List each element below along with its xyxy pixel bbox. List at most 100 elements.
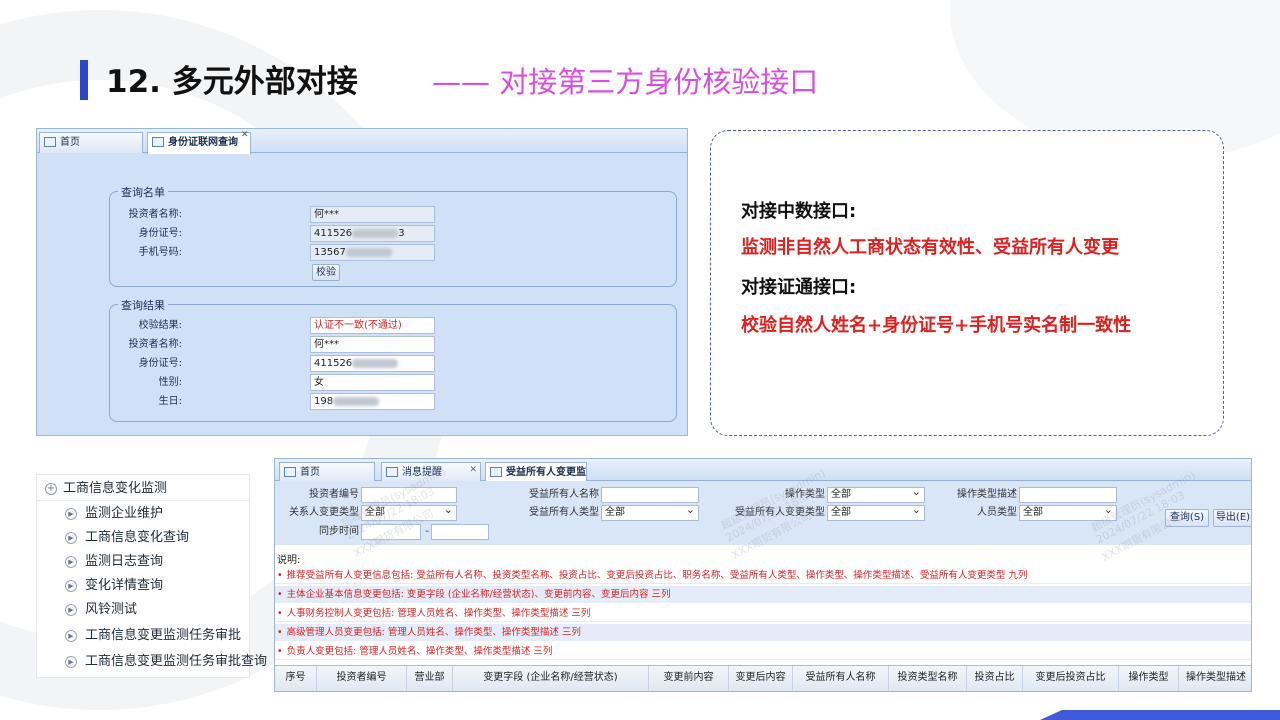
notes-area: 说明: • 推荐受益所有人变更信息包括: 受益所有人名称、投资类型名称、投资占比、… xyxy=(275,547,1251,665)
tree-item[interactable]: ▶ 监测日志查询 xyxy=(65,551,163,573)
tree-item[interactable]: ▶ 工商信息变化查询 xyxy=(65,527,189,549)
arrow-icon: ▶ xyxy=(65,531,77,544)
close-icon[interactable]: ✕ xyxy=(575,461,583,480)
tab-id-query-label: 身份证联网查询 xyxy=(168,137,238,148)
verify-button[interactable]: 校验 xyxy=(312,264,340,281)
interface-info-box: 对接中数接口: 监测非自然人工商状态有效性、受益所有人变更 对接证通接口: 校验… xyxy=(710,130,1224,436)
tree-item[interactable]: ▶ 风铃测试 xyxy=(65,599,137,621)
id-query-panel: 首页 身份证联网查询 ✕ 查询名单 投资者名称: 何*** 身份证号: 4115… xyxy=(36,128,688,436)
filter-label: 投资者编号 xyxy=(309,489,359,500)
tree-item[interactable]: ▶ 监测企业维护 xyxy=(65,503,163,525)
field-label: 校验结果: xyxy=(138,320,182,331)
tab-bar: 首页 身份证联网查询 ✕ xyxy=(37,129,687,154)
column-header[interactable]: 投资者编号 xyxy=(317,666,407,691)
result-birthday-field: 198 xyxy=(310,393,435,410)
query-button[interactable]: 查询(S) xyxy=(1165,509,1209,527)
note-line: • 高级管理人员变更包括: 管理人员姓名、操作类型、操作类型描述 三列 xyxy=(275,624,1251,641)
note-line: • 人事财务控制人变更包括: 管理人员姓名、操作类型、操作类型描述 三列 xyxy=(275,605,1251,622)
beneficiary-change-type-select[interactable]: 全部 xyxy=(827,505,925,521)
table-header: 序号 投资者编号 营业部 变更字段 (企业名称/经营状态) 变更前内容 变更后内… xyxy=(275,665,1251,691)
column-header[interactable]: 操作类型 xyxy=(1119,666,1179,691)
query-result-legend: 查询结果 xyxy=(118,297,168,313)
field-label: 手机号码: xyxy=(138,247,182,258)
tree-root[interactable]: + 工商信息变化监测 xyxy=(45,478,167,500)
column-header[interactable]: 营业部 xyxy=(407,666,453,691)
sync-time-start-input[interactable] xyxy=(361,524,421,540)
info-line-zhongshu-desc: 监测非自然人工商状态有效性、受益所有人变更 xyxy=(741,237,1119,258)
query-list-fieldset: 查询名单 投资者名称: 何*** 身份证号: 411526 3 手机号码: 135… xyxy=(109,184,677,287)
arrow-icon: ▶ xyxy=(65,603,77,616)
phone-field[interactable]: 13567 xyxy=(310,244,435,261)
arrow-icon: ▶ xyxy=(65,507,77,520)
tab-home[interactable]: 首页 xyxy=(39,132,143,153)
tree-item[interactable]: ▶ 工商信息变更监测任务审批 xyxy=(65,625,241,647)
arrow-icon: ▶ xyxy=(65,629,77,642)
field-label: 性别: xyxy=(158,377,182,388)
field-label: 身份证号: xyxy=(138,358,182,369)
page-icon xyxy=(490,467,502,477)
arrow-icon: ▶ xyxy=(65,579,77,592)
filter-label: 关系人变更类型 xyxy=(289,507,359,518)
filter-label: 人员类型 xyxy=(977,507,1017,518)
tab-messages[interactable]: 消息提醒 ✕ xyxy=(381,462,481,483)
info-line-zhengtong: 对接证通接口: xyxy=(741,277,857,298)
tree-item[interactable]: ▶ 变化详情查询 xyxy=(65,575,163,597)
sync-time-end-input[interactable] xyxy=(431,524,489,540)
result-gender-field: 女 xyxy=(310,374,435,391)
filter-label: 操作类型描述 xyxy=(957,489,1017,500)
export-button[interactable]: 导出(E) xyxy=(1213,509,1251,527)
filter-label: 操作类型 xyxy=(785,489,825,500)
arrow-icon: ▶ xyxy=(65,555,77,568)
collapse-icon: + xyxy=(45,482,57,495)
tab-home[interactable]: 首页 xyxy=(279,462,375,483)
beneficiary-name-input[interactable] xyxy=(601,487,699,503)
investor-name-field[interactable]: 何*** xyxy=(310,206,435,223)
arrow-icon: ▶ xyxy=(65,655,77,668)
page-icon xyxy=(386,467,398,477)
column-header[interactable]: 投资类型名称 xyxy=(889,666,967,691)
filter-label: 受益所有人变更类型 xyxy=(735,507,825,518)
home-icon xyxy=(284,467,296,477)
column-header[interactable]: 投资占比 xyxy=(967,666,1023,691)
person-type-select[interactable]: 全部 xyxy=(1019,505,1117,521)
relation-type-select[interactable]: 全部 xyxy=(361,505,457,521)
filter-label: 受益所有人类型 xyxy=(529,507,599,518)
note-line: • 负责人变更包括: 管理人员姓名、操作类型、操作类型描述 三列 xyxy=(275,643,1251,660)
slide: 12. 多元外部对接 —— 对接第三方身份核验接口 首页 身份证联网查询 ✕ 查… xyxy=(0,0,1280,720)
column-header[interactable]: 操作类型描述 xyxy=(1179,666,1251,691)
tab-home-label: 首页 xyxy=(60,137,80,148)
tab-bar: 首页 消息提醒 ✕ 受益所有人变更监 ✕ xyxy=(275,459,1251,484)
field-label: 生日: xyxy=(158,396,182,407)
tab-close-icon[interactable]: ✕ xyxy=(241,130,249,140)
slide-title: 12. 多元外部对接 xyxy=(106,64,358,100)
result-idcard-field: 411526 xyxy=(310,355,435,372)
column-header[interactable]: 变更字段 (企业名称/经营状态) xyxy=(453,666,649,691)
page-icon xyxy=(152,137,164,147)
investor-code-input[interactable] xyxy=(361,487,457,503)
operation-desc-input[interactable] xyxy=(1019,487,1117,503)
beneficiary-type-select[interactable]: 全部 xyxy=(601,505,699,521)
note-line: • 主体企业基本信息变更包括: 变更字段 (企业名称/经营状态)、变更前内容、变更… xyxy=(275,586,1251,603)
column-header[interactable]: 变更后内容 xyxy=(729,666,793,691)
home-icon xyxy=(44,137,56,147)
tree-item[interactable]: ▶ 工商信息变更监测任务审批查询 xyxy=(65,651,267,673)
field-label: 投资者名称: xyxy=(128,209,182,220)
filter-label: 受益所有人名称 xyxy=(529,489,599,500)
field-label: 身份证号: xyxy=(138,228,182,239)
notes-title: 说明: xyxy=(277,555,301,566)
range-separator: - xyxy=(425,526,429,537)
divider xyxy=(37,500,249,501)
column-header[interactable]: 受益所有人名称 xyxy=(793,666,889,691)
close-icon[interactable]: ✕ xyxy=(469,461,477,480)
column-header[interactable]: 序号 xyxy=(275,666,317,691)
info-line-zhengtong-desc: 校验自然人姓名+身份证号+手机号实名制一致性 xyxy=(741,315,1132,336)
tab-id-query[interactable]: 身份证联网查询 xyxy=(147,132,251,154)
query-result-fieldset: 查询结果 校验结果: 认证不一致(不通过) 投资者名称: 何*** 身份证号: … xyxy=(109,297,677,422)
operation-type-select[interactable]: 全部 xyxy=(827,487,925,503)
bottom-accent-bar xyxy=(1040,710,1280,720)
column-header[interactable]: 变更前内容 xyxy=(649,666,729,691)
slide-subtitle: —— 对接第三方身份核验接口 xyxy=(432,65,819,99)
query-list-legend: 查询名单 xyxy=(118,184,168,200)
id-number-field[interactable]: 411526 3 xyxy=(310,225,435,242)
column-header[interactable]: 变更后投资占比 xyxy=(1023,666,1119,691)
